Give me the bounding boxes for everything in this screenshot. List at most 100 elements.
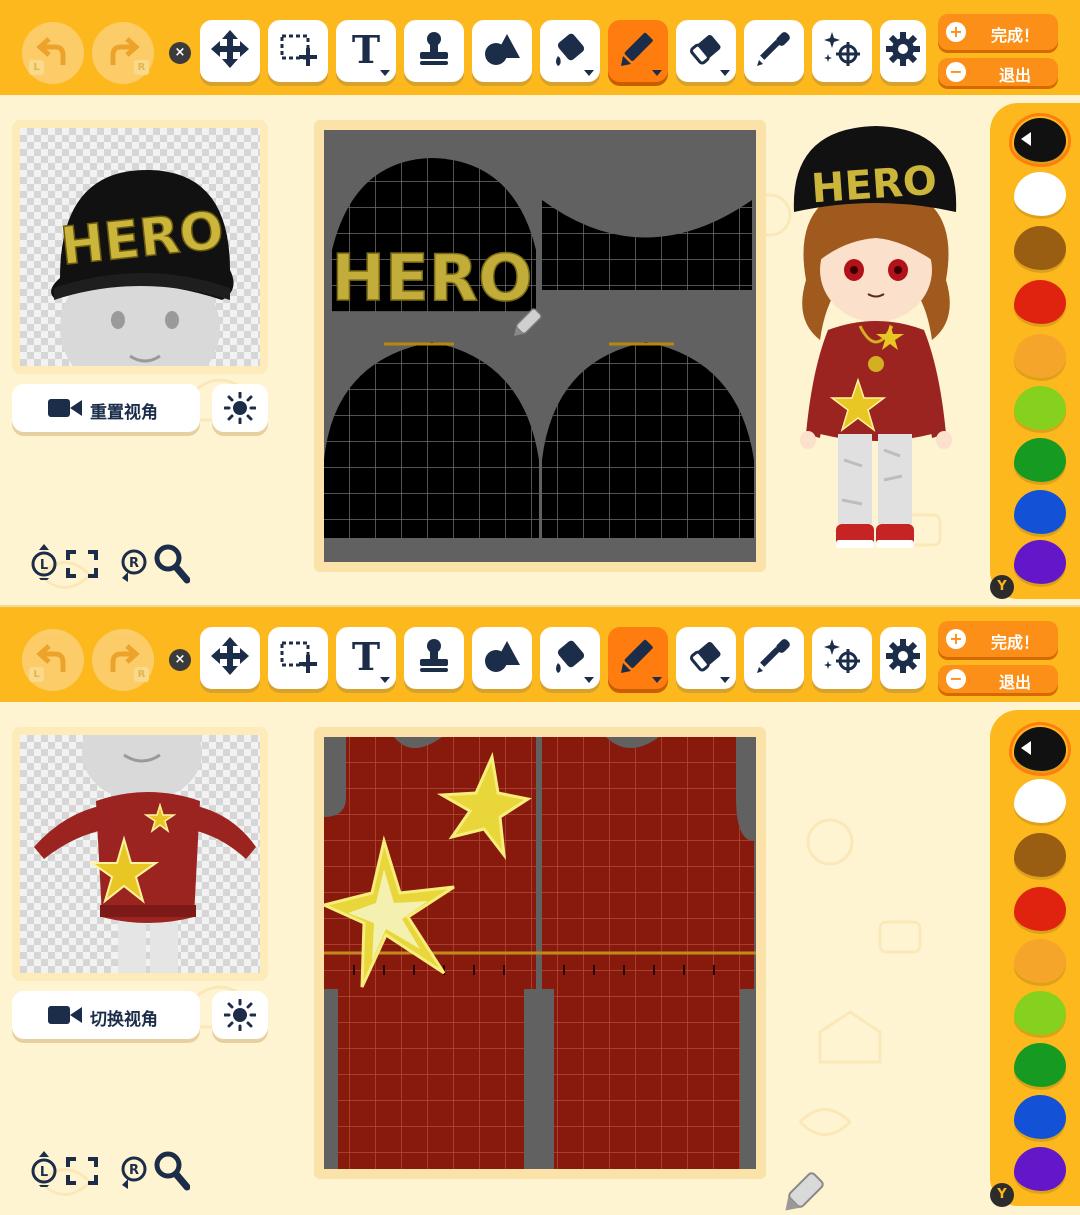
settings-button[interactable] (880, 627, 926, 689)
selected-pointer-icon (1021, 132, 1031, 146)
undo-button[interactable]: L (22, 629, 84, 691)
camera-icon (48, 399, 82, 417)
zoom-icon[interactable] (152, 1149, 190, 1191)
character-preview: HERO (780, 120, 970, 560)
palette-hotkey-badge: Y (990, 1183, 1014, 1207)
undo-button[interactable]: L (22, 22, 84, 84)
color-swatch-white[interactable] (1014, 172, 1066, 216)
move-icon (211, 637, 249, 675)
texture-canvas-frame (314, 727, 766, 1179)
right-stick-icon: R (121, 1156, 147, 1189)
zoom-controls: L R (30, 1149, 200, 1191)
text-icon: T (352, 637, 380, 675)
select-area-tool-button[interactable] (268, 627, 328, 689)
color-swatch-lime[interactable] (1014, 991, 1066, 1035)
svg-text:HERO: HERO (810, 158, 939, 213)
color-swatch-black[interactable] (1009, 722, 1071, 776)
zoom-controls: L R (30, 542, 200, 584)
color-swatch-red[interactable] (1014, 887, 1066, 931)
color-swatch-orange[interactable] (1014, 939, 1066, 983)
move-tool-button[interactable] (200, 20, 260, 82)
minus-icon: − (946, 669, 966, 689)
eyedropper-tool-button[interactable] (744, 20, 804, 82)
exit-label: 退出 (998, 673, 1031, 692)
color-swatch-green[interactable] (1014, 438, 1066, 482)
stamp-icon (420, 32, 448, 65)
zoom-icon[interactable] (152, 542, 190, 584)
color-swatch-blue[interactable] (1014, 490, 1066, 534)
exit-button[interactable]: − 退出 (938, 665, 1058, 693)
close-icon[interactable]: × (169, 649, 191, 671)
done-button[interactable]: + 完成！ (938, 14, 1058, 50)
redo-key-label: R (134, 667, 149, 682)
redo-button[interactable]: R (92, 629, 154, 691)
minus-icon: − (946, 62, 966, 82)
shapes-tool-button[interactable] (472, 20, 532, 82)
stamp-tool-button[interactable] (404, 20, 464, 82)
done-button[interactable]: + 完成！ (938, 621, 1058, 657)
color-swatch-blue[interactable] (1014, 1095, 1066, 1139)
pencil-tool-button[interactable] (608, 627, 668, 689)
color-swatch-white[interactable] (1014, 779, 1066, 823)
eyedropper-icon (757, 639, 790, 673)
3d-preview-shirt[interactable] (20, 735, 260, 973)
fill-tool-button[interactable] (540, 627, 600, 689)
settings-icon (886, 32, 920, 66)
3d-preview-hat[interactable]: HERO (20, 128, 260, 366)
reset-view-button[interactable]: 重置视角 (12, 384, 200, 432)
3d-preview-frame[interactable]: HERO (12, 120, 268, 374)
select-area-tool-button[interactable] (268, 20, 328, 82)
effects-icon (824, 639, 860, 673)
color-swatch-brown[interactable] (1014, 833, 1066, 877)
texture-canvas-hat[interactable]: HERO (324, 130, 756, 562)
color-swatch-purple[interactable] (1014, 1147, 1066, 1191)
close-icon[interactable]: × (169, 42, 191, 64)
svg-text:T: T (352, 30, 380, 68)
svg-text:T: T (352, 637, 380, 675)
dropdown-indicator-icon (720, 677, 730, 683)
move-tool-button[interactable] (200, 627, 260, 689)
eraser-tool-button[interactable] (676, 627, 736, 689)
exit-button[interactable]: − 退出 (938, 58, 1058, 86)
shapes-tool-button[interactable] (472, 627, 532, 689)
redo-button[interactable]: R (92, 22, 154, 84)
stamp-tool-button[interactable] (404, 627, 464, 689)
color-swatch-red[interactable] (1014, 280, 1066, 324)
text-tool-button[interactable]: T (336, 627, 396, 689)
effects-tool-button[interactable] (812, 627, 872, 689)
undo-key-label: L (29, 60, 44, 75)
fill-tool-button[interactable] (540, 20, 600, 82)
lighting-button[interactable] (212, 384, 268, 432)
settings-button[interactable] (880, 20, 926, 82)
texture-canvas-shirt[interactable] (324, 737, 756, 1169)
svg-text:R: R (129, 1163, 139, 1178)
color-swatch-black[interactable] (1009, 113, 1071, 167)
toolbar: L R × T + 完成！ − 退出 (0, 607, 1080, 702)
eyedropper-icon (757, 32, 790, 66)
switch-view-button[interactable]: 切换视角 (12, 991, 200, 1039)
color-swatch-green[interactable] (1014, 1043, 1066, 1087)
effects-tool-button[interactable] (812, 20, 872, 82)
eraser-tool-button[interactable] (676, 20, 736, 82)
pencil-tool-button[interactable] (608, 20, 668, 82)
dropdown-indicator-icon (380, 677, 390, 683)
color-swatch-lime[interactable] (1014, 386, 1066, 430)
dropdown-indicator-icon (652, 70, 662, 76)
fit-screen-icon[interactable] (66, 550, 98, 578)
eraser-icon (689, 641, 721, 672)
selected-pointer-icon (1021, 741, 1031, 755)
color-swatch-brown[interactable] (1014, 226, 1066, 270)
sun-icon (224, 392, 256, 424)
eraser-icon (689, 34, 721, 65)
fit-screen-icon[interactable] (66, 1157, 98, 1185)
text-tool-button[interactable]: T (336, 20, 396, 82)
editor-panel-top: L R × T + 完成！ − 退出 HERO 重置视角 L R HERO HE… (0, 0, 1080, 605)
exit-label: 退出 (998, 66, 1031, 85)
dropdown-indicator-icon (380, 70, 390, 76)
color-swatch-orange[interactable] (1014, 334, 1066, 378)
lighting-button[interactable] (212, 991, 268, 1039)
eyedropper-tool-button[interactable] (744, 627, 804, 689)
reset-view-label: 重置视角 (90, 403, 158, 423)
color-swatch-purple[interactable] (1014, 540, 1066, 584)
3d-preview-frame[interactable] (12, 727, 268, 981)
